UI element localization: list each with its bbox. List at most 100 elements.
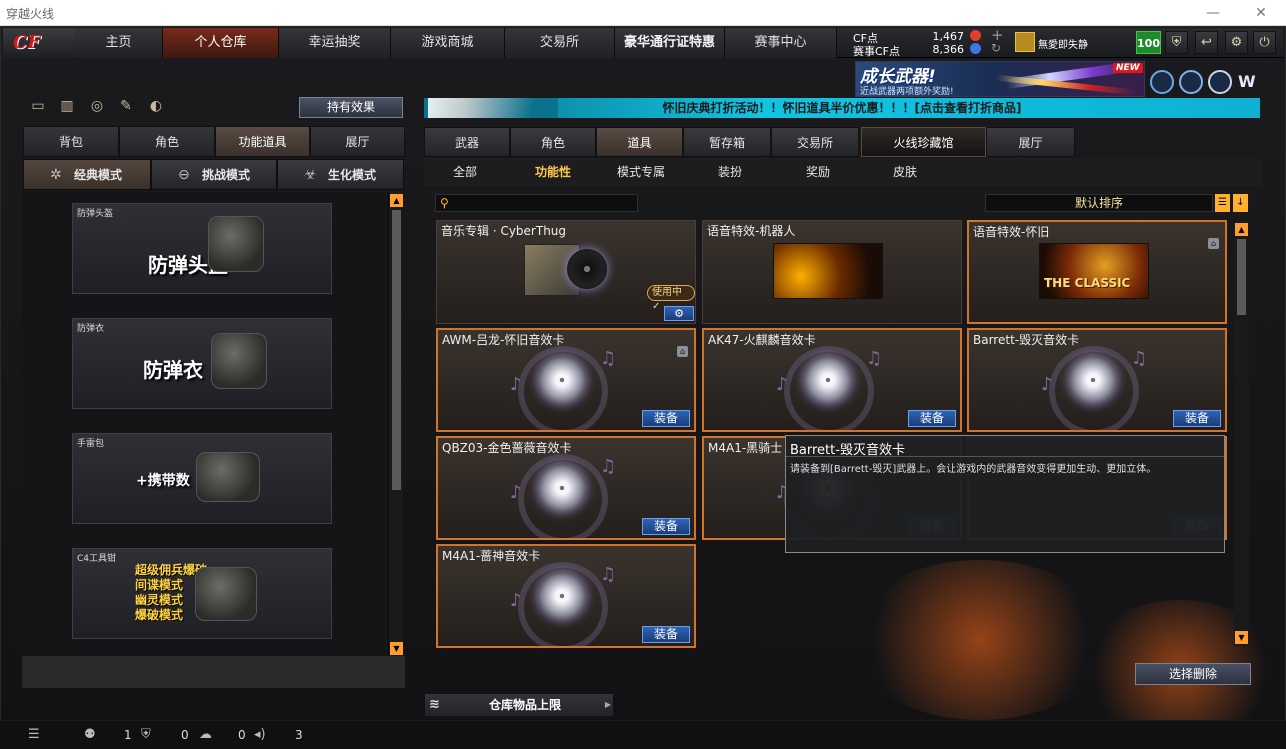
shield-status-icon[interactable]: ⛨	[141, 727, 151, 742]
left-tab-bag[interactable]: 背包	[23, 126, 119, 157]
ad-banner[interactable]: 成长武器! 近战武器两项额外奖励! NEW	[855, 61, 1145, 97]
menu-icon[interactable]: ☰	[28, 727, 40, 742]
badge-v-icon[interactable]	[1150, 70, 1174, 94]
lock-icon: ⌂	[1208, 238, 1219, 249]
player-info: 無愛即失静	[1013, 30, 1133, 56]
status-bar: ☰ ⚉ 1 ⛨ 0 ☁ 0 ◂) 3	[0, 720, 1286, 749]
wrench-icon[interactable]	[1208, 70, 1232, 94]
cd-disc-icon	[538, 572, 586, 620]
item-card[interactable]: 语音特效-怀旧 ⌂ THE CLASSIC	[967, 220, 1227, 324]
left-tab-hall[interactable]: 展厅	[310, 126, 405, 157]
nav-tab-warehouse[interactable]: 个人仓库	[163, 28, 279, 58]
scroll-down-icon[interactable]: ▼	[1235, 631, 1248, 644]
announcement-bar[interactable]: 怀旧庆典打折活动！！怀旧道具半价优惠！！！[点击查看打折商品]	[424, 98, 1260, 118]
equip-button[interactable]: 装备	[642, 518, 690, 535]
friends-icon[interactable]: ⚉	[84, 727, 96, 742]
right-tab-storage[interactable]: 暂存箱	[683, 127, 771, 157]
layers-icon: ≋	[429, 697, 440, 712]
item-card[interactable]: QBZ03-金色蔷薇音效卡 ♪ ♫ 装备	[436, 436, 696, 540]
equip-button[interactable]: 装备	[642, 626, 690, 643]
right-tab-weapon[interactable]: 武器	[424, 127, 510, 157]
select-delete-button[interactable]: 选择删除	[1135, 663, 1251, 685]
shield-count: 0	[181, 728, 189, 742]
subtab-all[interactable]: 全部	[437, 158, 493, 186]
speaker-icon[interactable]: ◂)	[254, 727, 266, 742]
list-view-icon[interactable]: ☰	[1215, 194, 1230, 212]
item-card[interactable]: Barrett-毁灭音效卡 ♪ ♫ 装备	[967, 328, 1227, 432]
nav-tab-exchange[interactable]: 交易所	[505, 28, 615, 58]
scroll-thumb[interactable]	[1237, 239, 1246, 315]
maximize-button[interactable]	[1192, 0, 1236, 26]
mouse-icon[interactable]: ◐	[145, 98, 167, 118]
item-card-grenade[interactable]: 手雷包 +携带数	[72, 433, 332, 524]
exit-room-icon[interactable]: ↩	[1195, 31, 1218, 54]
shield-icon[interactable]: ⛨	[1165, 31, 1188, 54]
equip-button[interactable]: 装备	[642, 410, 690, 427]
left-tab-role[interactable]: 角色	[119, 126, 215, 157]
scroll-up-icon[interactable]: ▲	[1235, 223, 1248, 236]
level-badge: 100	[1136, 31, 1161, 54]
item-card-c4[interactable]: C4工具钳 超级佣兵爆破 间谍模式 幽灵模式 爆破模式	[72, 548, 332, 639]
right-tab-role[interactable]: 角色	[510, 127, 596, 157]
scroll-down-icon[interactable]: ▼	[390, 642, 403, 655]
subtab-reward[interactable]: 奖励	[790, 158, 846, 186]
w-logo-icon[interactable]: W	[1238, 72, 1260, 92]
right-tab-hall[interactable]: 展厅	[986, 127, 1075, 157]
left-tab-function[interactable]: 功能道具	[215, 126, 310, 157]
cf-logo[interactable]: CF	[3, 28, 75, 58]
item-card[interactable]: AWM-吕龙-怀旧音效卡 ⌂ ♪ ♫ 装备	[436, 328, 696, 432]
nav-tab-shop[interactable]: 游戏商城	[391, 28, 505, 58]
search-input[interactable]: ⚲	[435, 194, 638, 212]
owned-effects-button[interactable]: 持有效果	[299, 97, 403, 118]
tooltip-description: 请装备到[Barrett-毁灭]武器上。会让游戏内的武器音效变得更加生动、更加立…	[790, 464, 1157, 475]
window-titlebar: 穿越火线 — ✕	[0, 0, 1286, 26]
item-card-helmet[interactable]: 防弹头盔 防弹头盔	[72, 203, 332, 294]
left-scrollbar[interactable]: ▲ ▼	[388, 192, 403, 657]
helmet-icon	[208, 216, 264, 272]
off-toggle-icon[interactable]: ▭	[27, 98, 49, 118]
right-tab-item[interactable]: 道具	[596, 127, 683, 157]
subtab-skin[interactable]: 皮肤	[877, 158, 933, 186]
right-tab-collection[interactable]: 火线珍藏馆	[861, 127, 986, 157]
mode-tab-bio[interactable]: ☣ 生化模式	[277, 159, 404, 190]
ad-subtitle: 近战武器两项额外奖励!	[860, 87, 954, 97]
nav-tab-lottery[interactable]: 幸运抽奖	[279, 28, 391, 58]
cf-points-value: 1,467	[932, 30, 965, 43]
nav-tab-pass[interactable]: 豪华通行证特惠	[615, 28, 725, 58]
gear-icon[interactable]: ⚙	[1225, 31, 1248, 54]
scroll-thumb[interactable]	[392, 210, 401, 490]
item-card[interactable]: M4A1-蔷神音效卡 ♪ ♫ 装备	[436, 544, 696, 648]
item-card[interactable]: 语音特效-机器人	[702, 220, 962, 324]
stats-icon[interactable]: ▥	[56, 98, 78, 118]
sort-down-icon[interactable]: ↓	[1233, 194, 1248, 212]
sort-dropdown[interactable]: 默认排序	[985, 194, 1213, 212]
item-card-vest[interactable]: 防弹衣 防弹衣	[72, 318, 332, 409]
match-coin-icon	[970, 43, 981, 54]
capacity-bar[interactable]: ≋ 仓库物品上限 ▶	[424, 693, 614, 717]
target-icon[interactable]	[1179, 70, 1203, 94]
item-card[interactable]: 音乐专辑 · CyberThug 使用中✓ ⚙	[436, 220, 696, 324]
cd-disc-icon	[1069, 356, 1117, 404]
refresh-circle-icon[interactable]: ◎	[86, 98, 108, 118]
item-card[interactable]: AK47-火麒麟音效卡 ♪ ♫ 装备	[702, 328, 962, 432]
music-note-icon: ♪	[510, 482, 522, 503]
equip-button[interactable]: 装备	[908, 410, 956, 427]
scroll-up-icon[interactable]: ▲	[390, 194, 403, 207]
equip-button[interactable]: 装备	[1173, 410, 1221, 427]
mode-tab-challenge[interactable]: ⊖ 挑战模式	[151, 159, 277, 190]
subtab-functional[interactable]: 功能性	[525, 158, 581, 186]
close-button[interactable]: ✕	[1238, 0, 1284, 26]
settings-button[interactable]: ⚙	[664, 306, 694, 321]
tool-icon[interactable]: ✎	[115, 98, 137, 118]
nav-tab-events[interactable]: 赛事中心	[725, 28, 837, 58]
nav-tab-home[interactable]: 主页	[75, 28, 163, 58]
match-points-value: 8,366	[932, 43, 965, 56]
power-icon[interactable]: ⏻	[1253, 31, 1276, 54]
right-scrollbar[interactable]: ▲ ▼	[1234, 221, 1249, 646]
mode-tab-classic[interactable]: ✲ 经典模式	[23, 159, 151, 190]
right-tab-exchange[interactable]: 交易所	[771, 127, 859, 157]
subtab-mode[interactable]: 模式专属	[611, 158, 671, 186]
subtab-outfit[interactable]: 装扮	[702, 158, 758, 186]
refresh-icon[interactable]: ↻	[991, 41, 1001, 55]
chat-icon[interactable]: ☁	[199, 727, 212, 742]
